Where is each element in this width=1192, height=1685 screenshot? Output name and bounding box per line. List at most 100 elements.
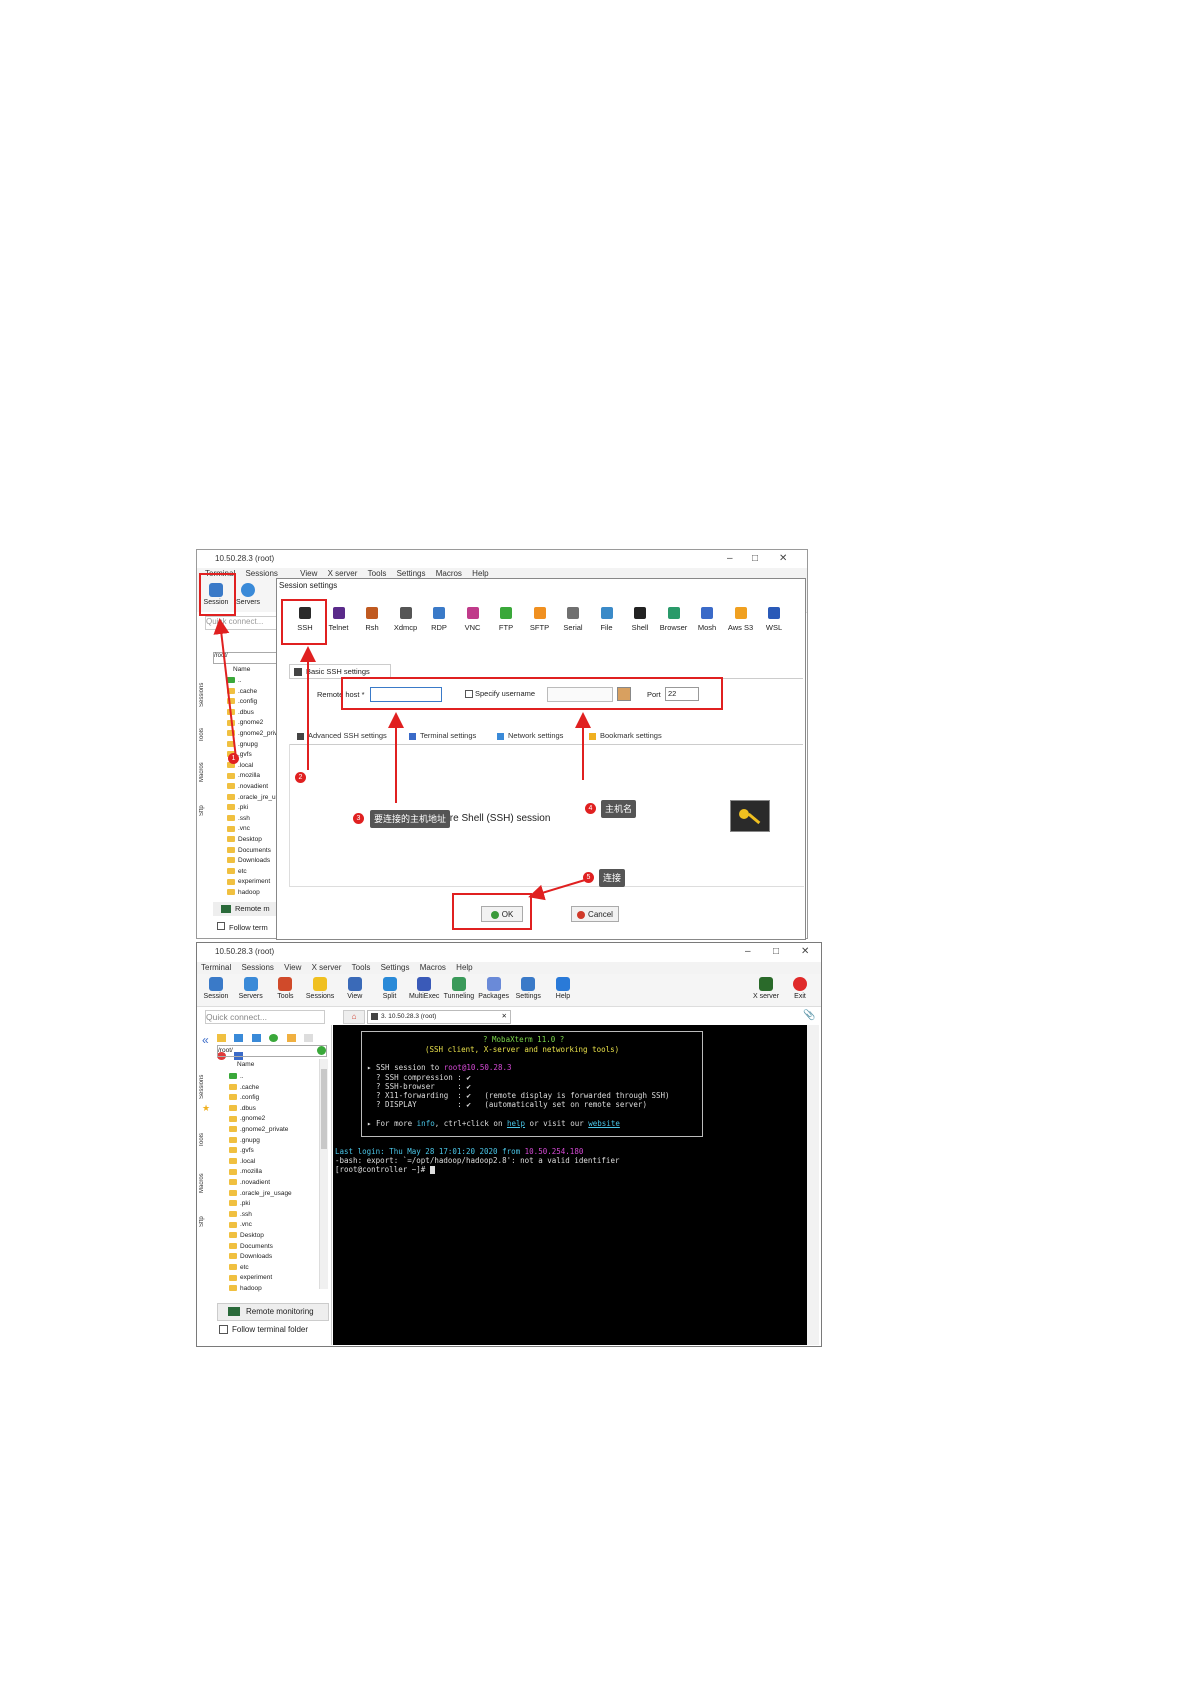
view-icon [347,977,362,991]
file-tree-item[interactable]: experiment [229,1273,319,1284]
vtab-tools[interactable]: Tools [199,1117,209,1147]
folder-icon[interactable] [217,1034,226,1042]
packages-icon [486,977,501,991]
minimize-icon[interactable]: – [745,943,751,961]
close-icon[interactable]: ✕ [801,943,809,961]
multiexec-button[interactable]: MultiExec [407,977,441,1000]
file-tree-item[interactable]: etc [229,1263,319,1274]
view-button[interactable]: View [338,977,372,1000]
upload-icon[interactable] [251,1034,261,1042]
callout-hostname: 主机名 [601,800,637,818]
split-button[interactable]: Split [373,977,407,1000]
close-tab-icon[interactable]: ✕ [502,1011,507,1023]
session-button[interactable]: Session [199,977,233,1000]
menu-view[interactable]: View [284,963,301,972]
file-tree-item[interactable]: Documents [229,1242,319,1253]
file-tree-item[interactable]: .gnome2 [229,1114,319,1125]
folder-icon [229,1168,237,1175]
paperclip-icon[interactable]: 📎 [803,1010,815,1021]
marker-4: 4 [585,803,596,814]
file-tree-item[interactable]: .cache [229,1083,319,1094]
new-file-icon[interactable] [304,1034,314,1042]
tools-icon [278,977,293,991]
file-tree-item[interactable]: .. [229,1072,319,1083]
menu-xserver[interactable]: X server [312,963,342,972]
file-tree-item[interactable]: .ssh [229,1210,319,1221]
folder-icon [229,1242,237,1249]
quick-connect-input[interactable]: Quick connect... [205,1010,325,1024]
marker-2: 2 [295,772,306,783]
session-tab[interactable]: 3. 10.50.28.3 (root) ✕ [367,1010,511,1024]
terminal-scrollbar[interactable] [807,1025,819,1345]
sftp-toolbar [217,1029,327,1060]
folder-icon [229,1189,237,1196]
remote-monitoring-button[interactable]: Remote monitoring [217,1303,329,1321]
terminal-cursor [429,1166,435,1174]
folder-icon [229,1285,237,1292]
file-tree-item[interactable]: .local [229,1157,319,1168]
folder-icon [229,1200,237,1207]
star-icon: ★ [202,1103,211,1113]
xserver-button[interactable]: X server [749,977,783,1000]
x11-forwarding-line: ? X11-forwarding : ✔ (remote display is … [367,1091,670,1100]
vtab-sessions[interactable]: Sessions [199,1059,209,1099]
packages-button[interactable]: Packages [477,977,511,1000]
file-tree-item[interactable]: .oracle_jre_usage [229,1189,319,1200]
menu-tools[interactable]: Tools [352,963,371,972]
file-tree-item[interactable]: .gnupg [229,1136,319,1147]
terminal-area[interactable]: ? MobaXterm 11.0 ? (SSH client, X-server… [333,1025,807,1345]
folder-icon [229,1147,237,1154]
sessions-button[interactable]: Sessions [303,977,337,1000]
file-tree-item[interactable]: hadoop [229,1284,319,1295]
bottom-window-title: 10.50.28.3 (root) [215,947,275,956]
tree-scrollbar[interactable] [319,1059,328,1289]
menu-macros[interactable]: Macros [420,963,446,972]
maximize-icon[interactable]: □ [773,943,779,961]
marker-5: 5 [583,872,594,883]
folder-icon [229,1094,237,1101]
servers-button[interactable]: Servers [234,977,268,1000]
help-button[interactable]: Help [546,977,580,1000]
settings-button[interactable]: Settings [511,977,545,1000]
file-tree-item[interactable]: .gnome2_private [229,1125,319,1136]
tunneling-button[interactable]: Tunneling [442,977,476,1000]
refresh-icon[interactable] [269,1034,279,1042]
file-tree-item[interactable]: .config [229,1093,319,1104]
session-icon [209,977,223,991]
download-icon[interactable] [234,1034,244,1042]
vtab-macros[interactable]: Macros [199,1159,209,1193]
file-tree-item[interactable]: .pki [229,1199,319,1210]
help-icon [556,977,570,991]
tools-button[interactable]: Tools [268,977,302,1000]
file-tree-item[interactable]: .vnc [229,1220,319,1231]
power-icon [793,977,807,991]
menu-terminal[interactable]: Terminal [201,963,231,972]
help-link[interactable]: help [507,1119,525,1128]
website-link[interactable]: website [588,1119,620,1128]
menu-help[interactable]: Help [456,963,472,972]
xserver-icon [759,977,773,991]
file-tree-item[interactable]: Desktop [229,1231,319,1242]
bottom-menubar: Terminal Sessions View X server Tools Se… [197,962,821,974]
arrow-5 [528,879,586,901]
home-tab-icon[interactable]: ⌂ [343,1010,365,1024]
callout-connect: 连接 [599,869,626,887]
file-tree-item[interactable]: .dbus [229,1104,319,1115]
ssh-browser-line: ? SSH-browser : ✔ [367,1082,471,1091]
folder-icon [229,1158,237,1165]
multiexec-icon [417,977,432,991]
vtab-sftp[interactable]: Sftp [199,1203,209,1227]
file-tree-item[interactable]: .novadient [229,1178,319,1189]
menu-settings[interactable]: Settings [381,963,410,972]
file-tree-item[interactable]: .mozilla [229,1167,319,1178]
file-tree-item[interactable]: .gvfs [229,1146,319,1157]
new-folder-icon[interactable] [286,1034,296,1042]
path-ok-icon[interactable] [317,1046,326,1055]
file-tree-item[interactable]: Downloads [229,1252,319,1263]
exit-button[interactable]: Exit [783,977,817,1000]
menu-sessions[interactable]: Sessions [241,963,273,972]
path-field[interactable]: /root/ [217,1045,327,1057]
folder-icon [229,1232,237,1239]
collapse-icon[interactable]: « [202,1033,209,1047]
follow-terminal-checkbox[interactable]: Follow terminal folder [219,1325,308,1335]
